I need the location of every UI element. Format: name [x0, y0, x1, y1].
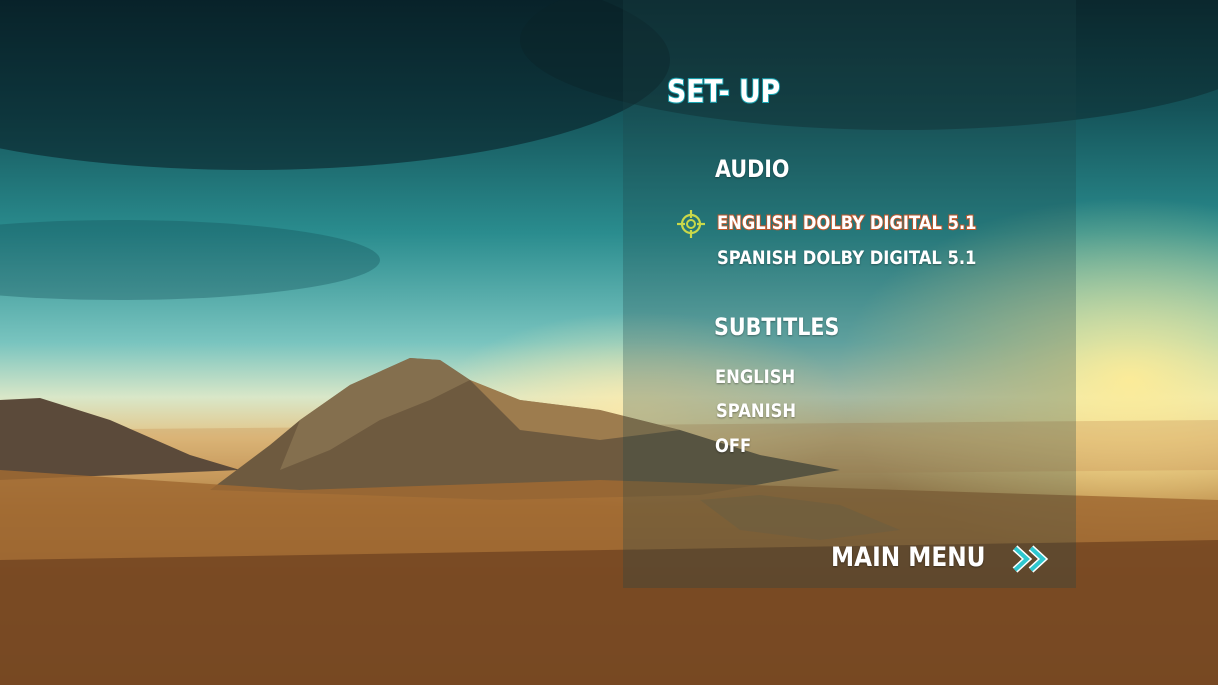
subtitle-option-spanish[interactable]: SPANISH — [716, 400, 796, 422]
subtitles-heading: SUBTITLES — [714, 313, 840, 341]
audio-option-english[interactable]: ENGLISH DOLBY DIGITAL 5.1 — [716, 211, 977, 235]
double-chevron-right-icon[interactable] — [1012, 545, 1052, 573]
main-menu-button[interactable]: MAIN MENU — [831, 542, 985, 573]
subtitle-option-english[interactable]: ENGLISH — [715, 366, 795, 388]
subtitle-option-off[interactable]: OFF — [715, 435, 751, 457]
crosshair-icon — [677, 210, 705, 238]
page-title: SET- UP — [666, 73, 781, 111]
audio-option-spanish[interactable]: SPANISH DOLBY DIGITAL 5.1 — [717, 247, 976, 269]
audio-heading: AUDIO — [715, 155, 790, 183]
